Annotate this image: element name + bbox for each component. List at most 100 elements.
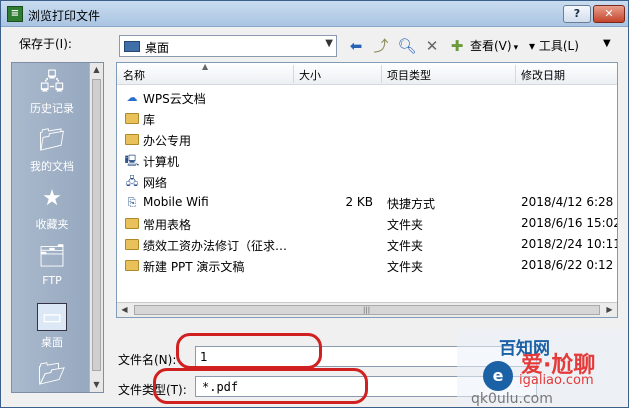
- place-label: 收藏夹: [35, 218, 69, 231]
- print-browse-dialog: ≡ 浏览打印文件 ? ✕ 保存于(I): 桌面 ▼ ⬅ ⤴ 🔍︎ ✕ ✚ 查看(…: [0, 0, 629, 408]
- item-name: 网络: [143, 176, 168, 190]
- item-name: 绩效工资办法修订（征求…: [143, 239, 288, 253]
- view-label: 查看(V): [470, 39, 512, 53]
- search-icon[interactable]: 🔍︎: [397, 36, 417, 56]
- chevron-down-icon: ▾: [529, 39, 539, 53]
- view-button[interactable]: 查看(V) ▾: [470, 37, 518, 54]
- scroll-right-icon[interactable]: ▶: [602, 303, 617, 317]
- grip-icon: |||: [363, 306, 371, 314]
- place-label: FTP: [42, 274, 62, 287]
- places-bar: 🖧︎ 历史记录 📁︎ 我的文档 ★ 收藏夹 🗂︎ FTP ▭ 桌面 📂︎ ▲ ▼: [11, 62, 104, 393]
- item-date: 2018/6/16 15:02: [521, 216, 618, 230]
- list-item[interactable]: 新建 PPT 演示文稿 文件夹 2018/6/22 0:12: [117, 255, 617, 276]
- sort-up-icon: ▲: [202, 62, 209, 71]
- user-folder-icon: [125, 134, 139, 145]
- folder-icon: 📂︎: [38, 362, 66, 387]
- list-item[interactable]: 办公专用: [117, 129, 617, 150]
- chevron-down-icon: ▾: [513, 43, 519, 53]
- places-scrollbar[interactable]: ▲ ▼: [89, 63, 103, 392]
- item-name: Mobile Wifi: [143, 195, 209, 209]
- filename-annotation-outline: [176, 333, 322, 369]
- help-button[interactable]: ?: [563, 5, 591, 23]
- list-item[interactable]: ⎘ Mobile Wifi 2 KB 快捷方式 2018/4/12 6:28: [117, 192, 617, 213]
- place-favorites[interactable]: ★ 收藏夹: [16, 185, 88, 232]
- folder-icon: [125, 260, 139, 271]
- item-name: WPS云文档: [143, 92, 206, 106]
- column-size[interactable]: 大小: [299, 67, 321, 83]
- item-type: 文件夹: [387, 239, 424, 253]
- scroll-thumb[interactable]: |||: [134, 305, 600, 315]
- save-in-label: 保存于(I):: [19, 37, 72, 51]
- history-icon: 🖧︎: [39, 70, 65, 95]
- chevron-down-icon: ▼: [325, 38, 333, 49]
- up-folder-icon[interactable]: ⤴: [371, 36, 391, 56]
- filename-label: 文件名(N):: [118, 353, 177, 367]
- back-icon[interactable]: ⬅: [346, 36, 366, 56]
- ftp-icon: 🗂︎: [38, 244, 66, 269]
- new-folder-icon[interactable]: ✚: [447, 36, 467, 56]
- list-item[interactable]: 绩效工资办法修订（征求… 文件夹 2018/2/24 10:11: [117, 234, 617, 255]
- column-divider: [381, 65, 382, 83]
- favorites-icon: ★: [42, 186, 62, 211]
- app-icon: ≡: [7, 6, 23, 22]
- tools-button[interactable]: ▾ 工具(L): [529, 37, 579, 54]
- item-date: 2018/6/22 0:12: [521, 258, 614, 272]
- cloud-icon: ☁: [126, 91, 138, 104]
- place-label: 桌面: [41, 336, 63, 349]
- scroll-up-icon[interactable]: ▲: [90, 63, 103, 77]
- dialog-title: 浏览打印文件: [28, 9, 101, 23]
- save-in-combo[interactable]: 桌面 ▼: [119, 35, 337, 57]
- column-divider: [293, 65, 294, 83]
- delete-icon[interactable]: ✕: [422, 36, 442, 56]
- computer-icon: 🖳︎: [124, 154, 140, 167]
- place-history[interactable]: 🖧︎ 历史记录: [16, 69, 88, 116]
- item-name: 计算机: [143, 155, 180, 169]
- place-ftp[interactable]: 🗂︎ FTP: [16, 243, 88, 287]
- shortcut-icon: ⎘: [127, 196, 137, 209]
- item-type: 文件夹: [387, 218, 424, 232]
- chevron-down-icon[interactable]: ▼: [603, 38, 611, 49]
- list-item[interactable]: ☁ WPS云文档: [117, 87, 617, 108]
- list-header: 名称 ▲ 大小 项目类型 修改日期: [117, 63, 617, 85]
- item-name: 办公专用: [143, 134, 192, 148]
- watermark-url: igaliao.com: [519, 373, 594, 388]
- column-name[interactable]: 名称: [123, 67, 145, 83]
- folder-icon: [125, 239, 139, 250]
- item-size: 2 KB: [345, 195, 373, 209]
- item-name: 新建 PPT 演示文稿: [143, 260, 245, 274]
- filetype-annotation-outline: [153, 368, 368, 404]
- desktop-folder-icon: [124, 41, 140, 52]
- title-bar: ≡ 浏览打印文件 ? ✕: [1, 1, 628, 27]
- watermark-bottom-text: qk0ulu.com: [471, 391, 553, 407]
- item-name: 库: [143, 113, 156, 127]
- folder-icon: [125, 218, 139, 229]
- library-icon: [125, 113, 139, 124]
- watermark-badge-icon: e: [483, 361, 513, 391]
- file-list: 名称 ▲ 大小 项目类型 修改日期 ☁ WPS云文档 库 办公专用 🖳︎ 计算机…: [116, 62, 618, 318]
- close-button[interactable]: ✕: [593, 5, 625, 23]
- scroll-thumb[interactable]: [92, 79, 101, 371]
- item-date: 2018/4/12 6:28: [521, 195, 614, 209]
- item-type: 快捷方式: [387, 197, 436, 211]
- horizontal-scrollbar[interactable]: ◀ ||| ▶: [117, 302, 617, 317]
- list-item[interactable]: 常用表格 文件夹 2018/6/16 15:02: [117, 213, 617, 234]
- place-desktop[interactable]: ▭ 桌面: [16, 303, 88, 350]
- scroll-down-icon[interactable]: ▼: [90, 378, 103, 392]
- scroll-left-icon[interactable]: ◀: [117, 303, 132, 317]
- item-name: 常用表格: [143, 218, 192, 232]
- list-item[interactable]: 🖧︎ 网络: [117, 171, 617, 192]
- column-date[interactable]: 修改日期: [521, 67, 565, 83]
- list-item[interactable]: 库: [117, 108, 617, 129]
- place-label: 历史记录: [30, 102, 74, 115]
- list-item[interactable]: 🖳︎ 计算机: [117, 150, 617, 171]
- column-divider: [515, 65, 516, 83]
- tools-label: 工具(L): [538, 39, 579, 53]
- item-date: 2018/2/24 10:11: [521, 237, 618, 251]
- place-label: 我的文档: [30, 160, 74, 173]
- column-type[interactable]: 项目类型: [387, 67, 431, 83]
- place-my-documents[interactable]: 📁︎ 我的文档: [16, 127, 88, 174]
- desktop-icon: ▭: [37, 303, 67, 331]
- documents-icon: 📁︎: [38, 128, 66, 153]
- item-type: 文件夹: [387, 260, 424, 274]
- place-more[interactable]: 📂︎: [16, 361, 88, 392]
